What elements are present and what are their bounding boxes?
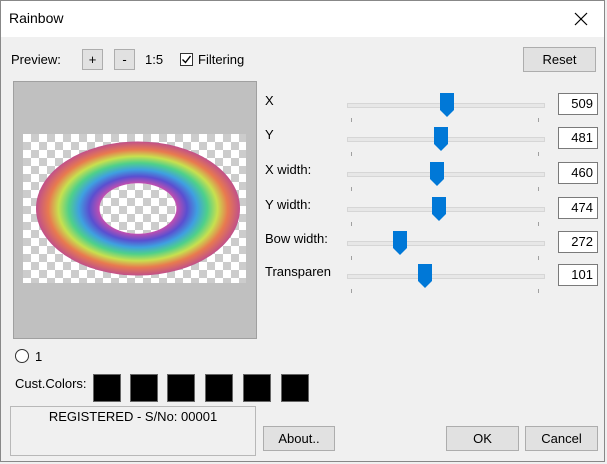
slider-thumb[interactable] — [432, 197, 447, 221]
registration-text: REGISTERED - S/No: 00001 — [48, 409, 218, 424]
slider-tick — [538, 152, 539, 156]
title-bar: Rainbow — [1, 1, 604, 37]
slider-tick — [351, 256, 352, 260]
param-label: Y — [265, 127, 274, 142]
rainbow-preview-image — [36, 141, 240, 276]
param-value-field[interactable]: 101 — [558, 264, 598, 286]
slider-tick — [538, 256, 539, 260]
close-icon — [574, 12, 588, 26]
color-swatch[interactable] — [130, 374, 158, 402]
color-swatch[interactable] — [281, 374, 309, 402]
param-label: Y width: — [265, 197, 312, 212]
color-swatch[interactable] — [205, 374, 233, 402]
param-value-field[interactable]: 474 — [558, 197, 598, 219]
slider-tick — [538, 289, 539, 293]
radio-button-1[interactable] — [15, 349, 29, 363]
slider-track[interactable] — [347, 172, 545, 177]
checkmark-icon — [182, 55, 192, 64]
cust-colors-label: Cust.Colors: — [15, 376, 87, 391]
slider-tick — [351, 222, 352, 226]
zoom-level: 1:5 — [145, 52, 164, 67]
zoom-out-button[interactable]: - — [114, 49, 135, 70]
zoom-in-button[interactable]: + — [82, 49, 103, 70]
about-button[interactable]: About.. — [263, 426, 335, 451]
slider-thumb[interactable] — [392, 231, 407, 255]
filtering-label: Filtering — [198, 52, 245, 67]
registration-panel: REGISTERED - S/No: 00001 — [10, 406, 256, 456]
param-value-field[interactable]: 460 — [558, 162, 598, 184]
color-swatch[interactable] — [93, 374, 121, 402]
color-swatch[interactable] — [167, 374, 195, 402]
param-value-field[interactable]: 481 — [558, 127, 598, 149]
slider-thumb[interactable] — [439, 93, 454, 117]
slider-tick — [538, 118, 539, 122]
close-button[interactable] — [558, 1, 604, 37]
param-label: Transparen — [265, 264, 331, 279]
slider-tick — [538, 187, 539, 191]
slider-thumb[interactable] — [430, 162, 445, 186]
rainbow-dialog: Rainbow Preview: + - 1:5 Filtering Reset — [0, 0, 605, 462]
param-label: X width: — [265, 162, 312, 177]
slider-tick — [351, 152, 352, 156]
slider-thumb[interactable] — [434, 127, 449, 151]
ok-button[interactable]: OK — [446, 426, 519, 451]
preview-panel — [13, 81, 257, 339]
slider-track[interactable] — [347, 241, 545, 246]
color-swatch[interactable] — [243, 374, 271, 402]
slider-tick — [538, 222, 539, 226]
slider-track[interactable] — [347, 274, 545, 279]
preview-label: Preview: — [11, 52, 61, 67]
slider-tick — [351, 187, 352, 191]
cancel-button[interactable]: Cancel — [525, 426, 598, 451]
param-value-field[interactable]: 272 — [558, 231, 598, 253]
slider-tick — [351, 118, 352, 122]
filtering-checkbox[interactable] — [180, 53, 193, 66]
reset-button[interactable]: Reset — [523, 47, 596, 72]
param-value-field[interactable]: 509 — [558, 93, 598, 115]
param-label: X — [265, 93, 274, 108]
param-label: Bow width: — [265, 231, 328, 246]
window-title: Rainbow — [9, 10, 64, 26]
radio-label: 1 — [35, 349, 43, 364]
slider-thumb[interactable] — [418, 264, 433, 288]
slider-tick — [351, 289, 352, 293]
